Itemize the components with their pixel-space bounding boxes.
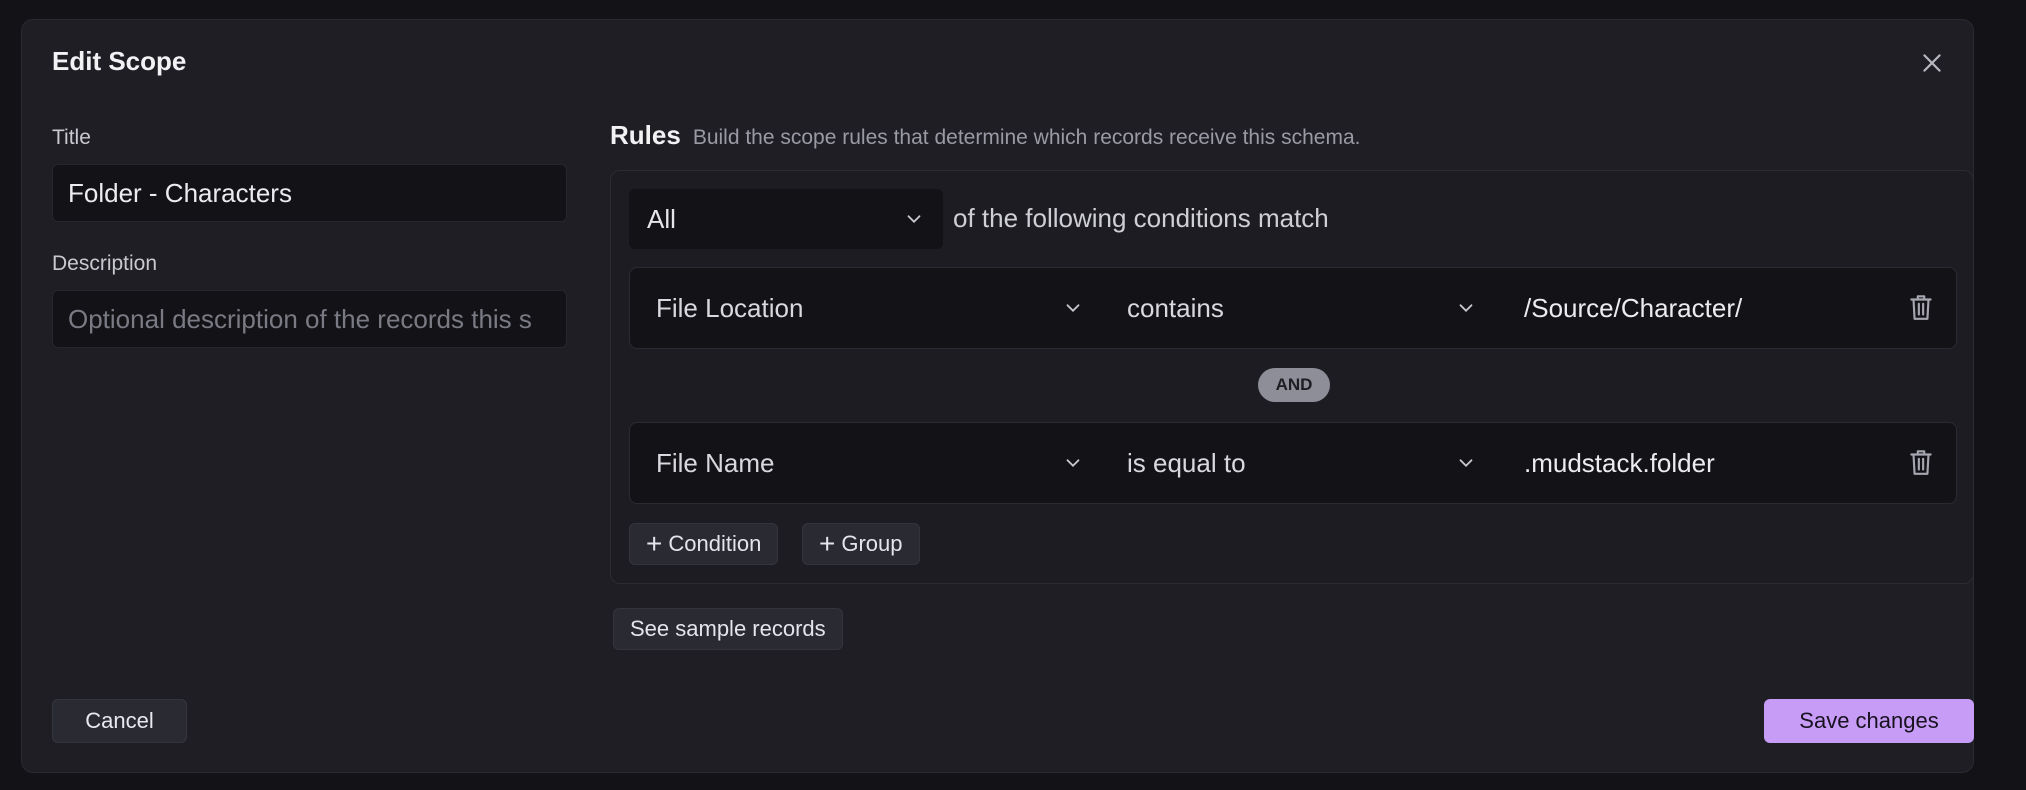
add-condition-label: Condition xyxy=(668,531,762,556)
trash-icon[interactable] xyxy=(1908,447,1934,477)
condition-operator-select[interactable]: contains xyxy=(1127,268,1477,348)
see-sample-records-button[interactable]: See sample records xyxy=(613,608,843,650)
trash-icon[interactable] xyxy=(1908,292,1934,322)
close-icon[interactable] xyxy=(1919,50,1945,76)
description-input[interactable]: Optional description of the records this… xyxy=(52,290,567,348)
plus-icon: + xyxy=(819,528,836,559)
add-group-button[interactable]: + Group xyxy=(802,523,920,565)
condition-value-input[interactable]: .mudstack.folder xyxy=(1524,423,1715,503)
condition-operator-value: contains xyxy=(1127,292,1224,323)
chevron-down-icon xyxy=(1459,304,1473,313)
match-mode-value: All xyxy=(647,203,676,234)
condition-operator-select[interactable]: is equal to xyxy=(1127,423,1477,503)
condition-field-value: File Location xyxy=(656,292,804,323)
description-label: Description xyxy=(52,252,158,275)
rules-subtitle: Build the scope rules that determine whi… xyxy=(692,126,1361,149)
title-label: Title xyxy=(52,126,91,149)
chevron-down-icon xyxy=(1459,459,1473,468)
chevron-down-icon xyxy=(1066,304,1080,313)
condition-row: File Location contains /Source/Character… xyxy=(629,267,1957,349)
add-group-label: Group xyxy=(841,531,903,556)
match-description: of the following conditions match xyxy=(953,203,1329,233)
add-condition-button[interactable]: + Condition xyxy=(629,523,779,565)
dialog-title: Edit Scope xyxy=(52,46,187,76)
cancel-button[interactable]: Cancel xyxy=(52,699,187,743)
rules-title: Rules xyxy=(610,120,681,150)
save-changes-button[interactable]: Save changes xyxy=(1764,699,1974,743)
title-input[interactable]: Folder - Characters xyxy=(52,164,567,222)
chevron-down-icon xyxy=(907,215,921,224)
condition-field-select[interactable]: File Location xyxy=(656,268,1084,348)
rules-group: All of the following conditions match Fi… xyxy=(610,170,1974,584)
condition-value-input[interactable]: /Source/Character/ xyxy=(1524,268,1742,348)
condition-field-select[interactable]: File Name xyxy=(656,423,1084,503)
edit-scope-dialog: Edit Scope Title Folder - Characters Des… xyxy=(21,19,1974,773)
rules-header: Rules Build the scope rules that determi… xyxy=(610,120,1360,151)
plus-icon: + xyxy=(646,528,663,559)
condition-operator-value: is equal to xyxy=(1127,447,1246,478)
and-joiner-badge: AND xyxy=(1258,368,1330,402)
match-mode-select[interactable]: All xyxy=(629,189,943,249)
chevron-down-icon xyxy=(1066,459,1080,468)
condition-field-value: File Name xyxy=(656,447,775,478)
condition-row: File Name is equal to .mudstack.folder xyxy=(629,422,1957,504)
